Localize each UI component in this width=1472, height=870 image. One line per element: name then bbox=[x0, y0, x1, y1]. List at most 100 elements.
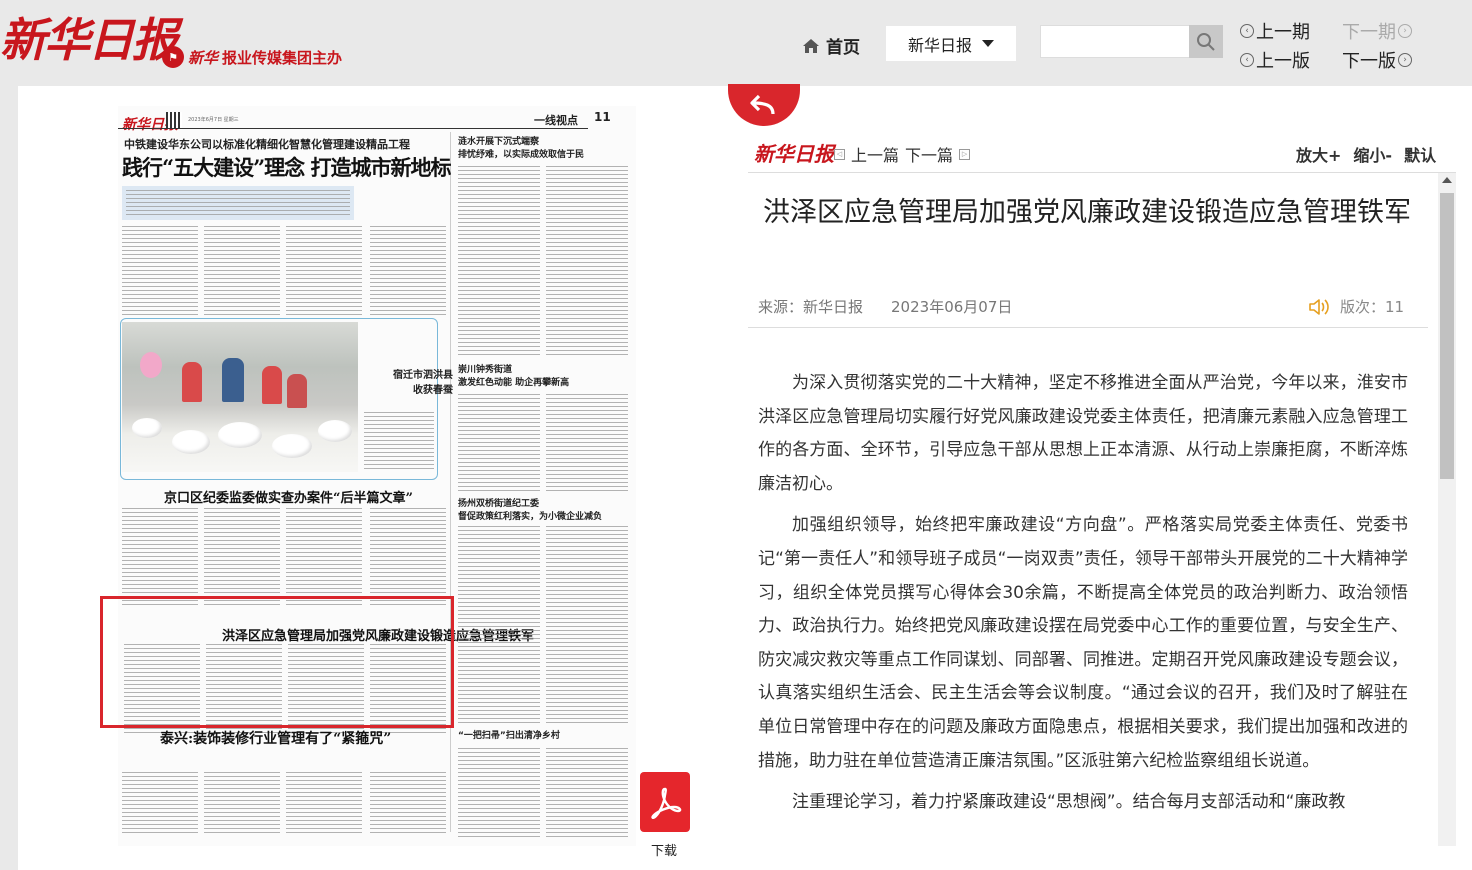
prev-issue-link[interactable]: ‹ 上一期 bbox=[1240, 18, 1310, 44]
search-icon bbox=[1197, 32, 1215, 51]
site-logo[interactable]: 新华日报 bbox=[0, 4, 178, 70]
prev-article-link[interactable]: 上一篇 bbox=[851, 142, 899, 166]
photo-cocoon bbox=[272, 434, 312, 458]
article-text bbox=[122, 508, 198, 608]
article-text bbox=[370, 772, 446, 836]
article-title: 洪泽区应急管理局加强党风廉政建设锻造应急管理铁军 bbox=[763, 197, 1411, 228]
article-text bbox=[546, 748, 628, 840]
article-source: 来源：新华日报 bbox=[758, 298, 864, 316]
side-story-1-title: 排忧纾难，以实际成效取信于民 bbox=[458, 150, 585, 160]
lead-story-headline[interactable]: 践行“五大建设”理念 打造城市新地标 bbox=[122, 152, 451, 182]
publisher-line: ⚑ 新华 报业传媒集团主办 bbox=[162, 46, 342, 68]
article-text bbox=[458, 748, 540, 840]
article-edition: 版次：11 bbox=[1308, 296, 1404, 317]
chevron-right-icon: › bbox=[1398, 24, 1412, 38]
back-button[interactable] bbox=[728, 84, 800, 126]
article-text bbox=[370, 226, 446, 318]
side-story-1[interactable]: 涟水开展下沉式端察 排忧纾难，以实际成效取信于民 bbox=[458, 136, 584, 162]
side-story-2-title: 激发红色动能 助企再攀新高 bbox=[458, 378, 570, 388]
publisher-brand: 新华 bbox=[188, 48, 219, 67]
chevron-down-icon bbox=[982, 40, 994, 47]
download-label[interactable]: 下载 bbox=[651, 840, 677, 859]
publisher-text: 报业传媒集团主办 bbox=[222, 48, 343, 67]
next-issue-label: 下一期 bbox=[1342, 22, 1396, 43]
story-title-taixing[interactable]: 泰兴:装饰装修行业管理有了“紧箍咒” bbox=[160, 728, 391, 748]
paper-select-value: 新华日报 bbox=[907, 35, 972, 55]
article-text bbox=[122, 226, 198, 318]
article-text bbox=[546, 394, 628, 492]
article-text bbox=[122, 772, 198, 836]
article-paragraph: 为深入贯彻落实党的二十大精神，坚定不移推进全面从严治党，今年以来，淮安市洪泽区应… bbox=[758, 373, 1408, 494]
side-story-3-title: 督促政策红利落实，为小微企业减负 bbox=[458, 512, 603, 522]
article-scroll-area[interactable]: 洪泽区应急管理局加强党风廉政建设锻造应急管理铁军 来源：新华日报 2023年06… bbox=[748, 172, 1456, 846]
article-pager: ◁ 上一篇 下一篇 ▷ bbox=[834, 142, 971, 166]
article-text bbox=[546, 166, 628, 356]
speaker-icon[interactable] bbox=[1308, 298, 1330, 316]
photo-person bbox=[287, 374, 307, 408]
side-story-3[interactable]: 扬州双桥街道纪工委 督促政策红利落实，为小微企业减负 bbox=[458, 498, 602, 524]
chevron-left-icon: ‹ bbox=[1240, 24, 1254, 38]
photo-person bbox=[140, 352, 162, 378]
photo-person bbox=[262, 366, 282, 404]
article-text bbox=[204, 508, 280, 608]
article-text bbox=[286, 772, 362, 836]
article-text bbox=[458, 394, 540, 492]
article-text bbox=[204, 226, 280, 318]
pdf-icon bbox=[651, 787, 682, 819]
next-issue-link[interactable]: 下一期 › bbox=[1342, 18, 1412, 44]
article-scrollbar[interactable] bbox=[1438, 173, 1456, 846]
page-date: 2023年6月7日 星期三 bbox=[188, 117, 239, 123]
home-link[interactable]: 首页 bbox=[802, 33, 860, 58]
caption-text bbox=[364, 412, 434, 472]
search-input[interactable] bbox=[1040, 25, 1190, 58]
next-edition-link[interactable]: 下一版 › bbox=[1342, 47, 1412, 73]
publisher-seal-icon: ⚑ bbox=[162, 46, 184, 68]
article-text bbox=[286, 508, 362, 608]
zoom-out-button[interactable]: 缩小- bbox=[1353, 142, 1392, 166]
side-story-3-kicker: 扬州双桥街道纪工委 bbox=[458, 499, 540, 509]
scroll-up-icon[interactable] bbox=[1442, 177, 1452, 183]
article-logo: 新华日报 bbox=[754, 142, 834, 166]
photo-caption: 宿迁市泗洪县 收获春蚕 bbox=[393, 368, 453, 398]
scroll-thumb[interactable] bbox=[1440, 193, 1454, 479]
zoom-in-button[interactable]: 放大+ bbox=[1296, 142, 1341, 166]
article-paragraph: 注重理论学习，着力拧紧廉政建设“思想阀”。结合每月支部活动和“廉政教 bbox=[792, 792, 1346, 813]
lead-story-kicker[interactable]: 中铁建设华东公司以标准化精细化智慧化管理建设精品工程 bbox=[124, 136, 410, 152]
pdf-download-button[interactable] bbox=[640, 772, 690, 832]
main-content: 新华日报 2023年6月7日 星期三 一线视点 11 中铁建设华东公司以标准化精… bbox=[18, 84, 1472, 870]
prev-edition-link[interactable]: ‹ 上一版 bbox=[1240, 47, 1310, 73]
prev-edition-label: 上一版 bbox=[1256, 51, 1310, 72]
silkworm-photo[interactable] bbox=[122, 322, 358, 472]
photo-caption-title: 宿迁市泗洪县 bbox=[393, 370, 453, 381]
article-panel: 新华日报 ◁ 上一篇 下一篇 ▷ 放大+ 缩小- 默认 洪泽区应急管理局加强党风… bbox=[728, 84, 1468, 856]
qr-code-icon bbox=[166, 112, 182, 128]
site-header: 新华日报 ⚑ 新华 报业传媒集团主办 首页 新华日报 ‹ 上一期 下一期 › ‹… bbox=[0, 0, 1472, 86]
story-title-jingkou[interactable]: 京口区纪委监委做实查办案件“后半篇文章” bbox=[164, 487, 413, 506]
photo-cocoon bbox=[132, 418, 162, 438]
back-arrow-icon bbox=[750, 94, 775, 115]
chevron-right-icon: › bbox=[1398, 53, 1412, 67]
selected-article-highlight[interactable] bbox=[100, 596, 454, 728]
photo-cocoon bbox=[218, 422, 262, 448]
next-article-link[interactable]: 下一篇 bbox=[905, 142, 953, 166]
next-edition-label: 下一版 bbox=[1342, 51, 1396, 72]
article-edition-label: 版次：11 bbox=[1340, 298, 1405, 316]
prev-issue-label: 上一期 bbox=[1256, 22, 1310, 43]
paper-select[interactable]: 新华日报 bbox=[886, 26, 1016, 61]
zoom-default-button[interactable]: 默认 bbox=[1404, 142, 1436, 166]
photo-cocoon bbox=[172, 430, 210, 454]
chevron-left-icon: ◁ bbox=[834, 148, 845, 160]
page-rule bbox=[118, 128, 588, 129]
side-story-4[interactable]: “一把扫帚”扫出清净乡村 bbox=[458, 730, 560, 743]
photo-caption-subtitle: 收获春蚕 bbox=[413, 385, 453, 396]
article-text bbox=[204, 772, 280, 836]
page-section: 一线视点 bbox=[534, 114, 578, 127]
article-paragraph: 加强组织领导，始终把牢廉政建设“方向盘”。严格落实局党委主体责任、党委书记“第一… bbox=[758, 515, 1408, 771]
search-button[interactable] bbox=[1189, 25, 1223, 58]
article-text bbox=[370, 508, 446, 608]
home-icon bbox=[803, 38, 819, 53]
photo-person bbox=[222, 358, 244, 402]
article-text bbox=[546, 526, 628, 726]
side-story-2[interactable]: 崇川钟秀街道 激发红色动能 助企再攀新高 bbox=[458, 364, 569, 390]
photo-cocoon bbox=[318, 420, 352, 442]
